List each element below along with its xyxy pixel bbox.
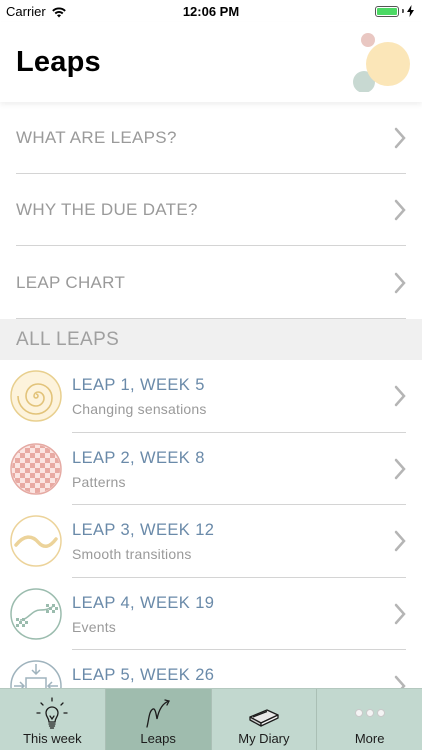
checker-pattern-icon [10,442,62,495]
chevron-right-icon [394,531,406,552]
chevron-right-icon [394,199,406,221]
chevron-right-icon [394,272,406,293]
tab-this-week[interactable]: This week [0,689,106,750]
status-time: 12:06 PM [182,4,240,19]
app-logo-icon [353,33,410,92]
leap-chart-row[interactable]: LEAP CHART [0,246,422,319]
menu-label: WHY THE DUE DATE? [16,200,198,219]
leap-title: LEAP 1, WEEK 5 [72,376,205,394]
chevron-right-icon [394,458,406,479]
tab-label: Leaps [140,731,176,746]
tab-my-diary[interactable]: My Diary [212,689,318,750]
menu-label: LEAP CHART [16,272,126,292]
tab-more[interactable]: More [317,689,422,750]
leap-3-row[interactable]: LEAP 3, WEEK 12 Smooth transitions [0,505,422,578]
tab-label: My Diary [238,731,290,746]
leap-title: LEAP 2, WEEK 8 [72,448,205,467]
leap-title: LEAP 3, WEEK 12 [72,521,215,539]
spiral-icon [10,370,62,422]
wave-icon [10,515,62,567]
what-are-leaps-row[interactable]: WHAT ARE LEAPS? [0,102,422,174]
leap-1-row[interactable]: LEAP 1, WEEK 5 Changing sensations [0,360,422,433]
leap-5-row[interactable]: LEAP 5, WEEK 26 [0,650,422,688]
leap-jump-icon [146,699,171,728]
tab-label: This week [23,731,82,746]
leap-subtitle: Smooth transitions [72,546,192,562]
more-dots-icon [354,709,385,717]
leap-subtitle: Events [72,618,116,635]
relationships-icon [10,660,62,688]
chevron-right-icon [394,386,406,407]
chevron-right-icon [394,603,406,624]
tab-label: More [354,731,385,746]
charging-bolt-icon [407,5,414,17]
leaps-list[interactable]: LEAP 1, WEEK 5 Changing sensations LEAP … [0,360,422,688]
why-due-date-row[interactable]: WHY THE DUE DATE? [0,174,422,246]
battery-indicator [375,5,414,17]
leap-title: LEAP 4, WEEK 19 [72,593,215,612]
leap-title: LEAP 5, WEEK 26 [72,666,215,684]
status-bar: Carrier 12:06 PM [0,0,422,22]
leap-subtitle: Patterns [72,473,126,490]
chevron-right-icon [394,127,406,149]
leap-4-row[interactable]: LEAP 4, WEEK 19 Events [0,578,422,651]
leap-subtitle: Changing sensations [72,401,207,417]
chevron-right-icon [394,676,406,688]
menu-label: WHAT ARE LEAPS? [16,128,177,147]
lightbulb-icon [36,697,69,729]
tab-bar: This week Leaps My Diary More [0,688,422,750]
page-title: Leaps [16,46,101,78]
leap-2-row[interactable]: LEAP 2, WEEK 8 Patterns [0,433,422,506]
navigation-header: Leaps [0,22,422,102]
tab-leaps[interactable]: Leaps [105,689,212,750]
leaps-info-menu: WHAT ARE LEAPS? WHY THE DUE DATE? LEAP C… [0,102,422,319]
battery-icon [375,5,399,17]
events-icon [10,587,62,640]
all-leaps-section-header: ALL LEAPS [0,319,422,360]
section-title: ALL LEAPS [16,328,120,350]
diary-book-icon [249,709,279,727]
